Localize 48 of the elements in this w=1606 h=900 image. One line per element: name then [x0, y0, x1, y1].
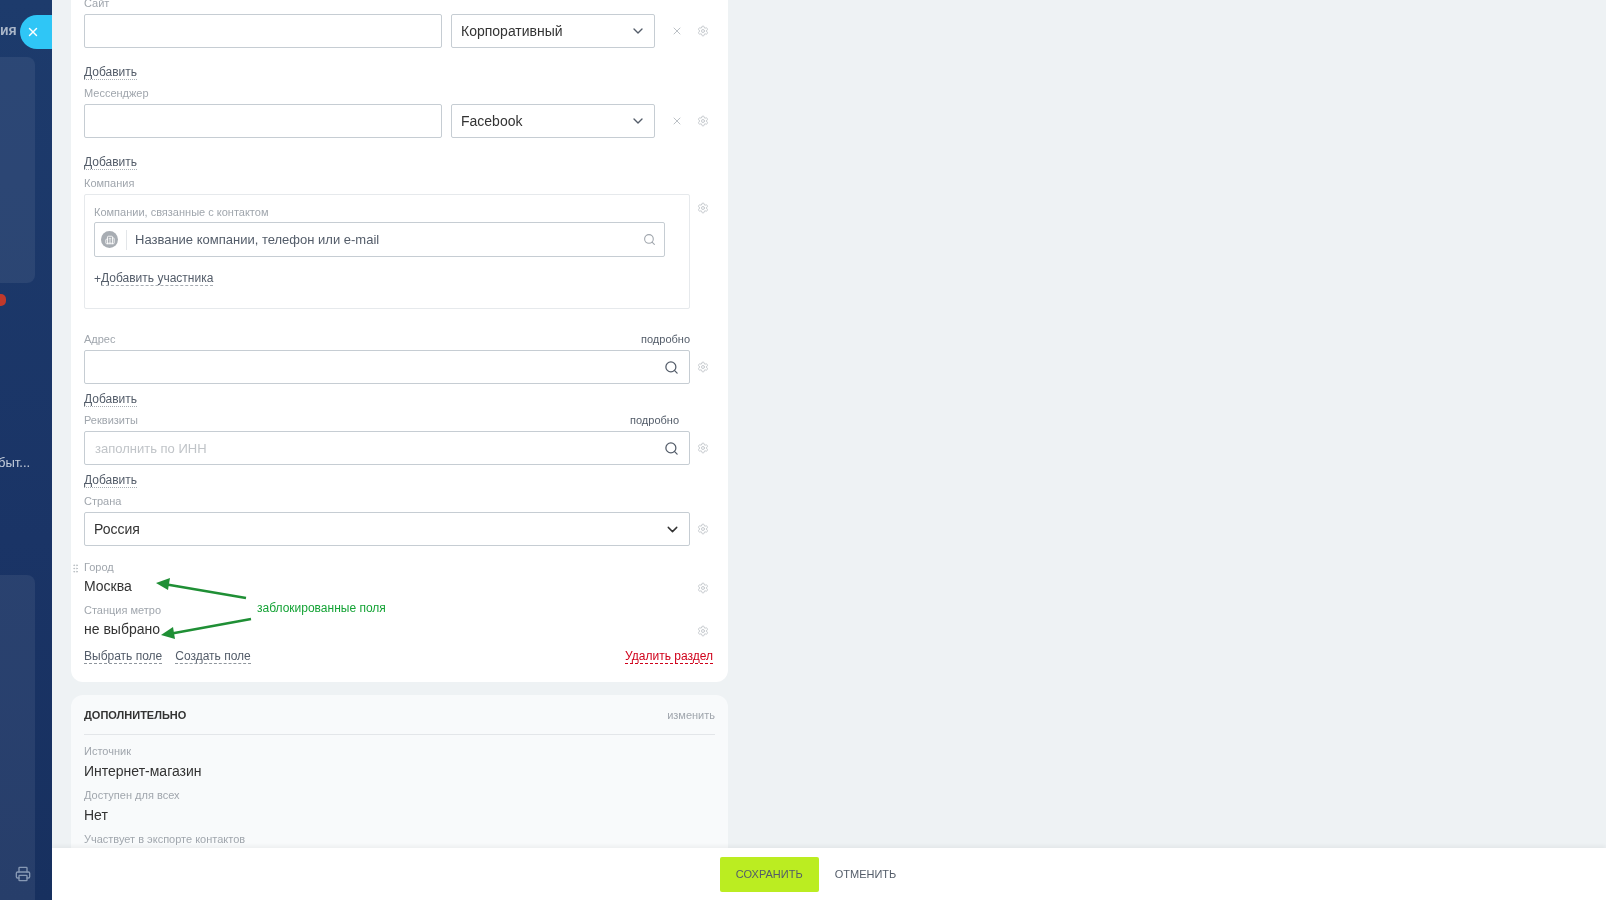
add-participant-link[interactable]: Добавить участника — [101, 271, 214, 286]
sidebar-title: ия — [0, 22, 17, 38]
text-field[interactable] — [84, 14, 442, 48]
text-field[interactable] — [84, 104, 442, 138]
search-icon — [643, 233, 656, 246]
type-select[interactable]: Facebook — [451, 104, 655, 138]
field-label: Источник — [84, 744, 132, 759]
field-label: Мессенджер — [84, 86, 150, 101]
field-label: Страна — [84, 494, 123, 509]
field-label: Участвует в экспорте контактов — [84, 832, 247, 847]
type-select[interactable]: Корпоративный — [451, 14, 655, 48]
field-value: не выбрано — [84, 620, 160, 639]
search-field[interactable] — [84, 350, 690, 384]
close-icon — [26, 25, 40, 39]
plus-sign: + — [94, 271, 101, 286]
search-icon — [664, 440, 679, 456]
country-select[interactable]: Россия — [84, 512, 690, 546]
add-link[interactable]: Добавить — [84, 392, 138, 407]
field-label: Адрес — [84, 333, 116, 345]
field-value: Нет — [84, 806, 109, 825]
field-link[interactable]: Выбрать поле — [84, 648, 163, 664]
add-link[interactable]: Добавить — [84, 473, 138, 488]
add-link[interactable]: Добавить — [84, 155, 138, 170]
field-label: Доступен для всех — [84, 788, 181, 803]
close-icon — [671, 115, 683, 127]
details-link[interactable]: подробно — [641, 333, 690, 345]
search-icon — [664, 359, 679, 375]
drag-handle-icon[interactable] — [70, 563, 81, 574]
building-icon — [101, 231, 118, 248]
cancel-button[interactable]: ОТМЕНИТЬ — [832, 856, 899, 892]
details-link[interactable]: подробно — [630, 414, 679, 426]
save-button[interactable]: СОХРАНИТЬ — [719, 856, 819, 892]
printer-icon[interactable] — [15, 866, 31, 882]
delete-section-link[interactable]: Удалить раздел — [625, 648, 713, 664]
close-icon — [671, 25, 683, 37]
field-value: Интернет-магазин — [84, 762, 203, 781]
annotation-text: заблокированные поля — [257, 601, 386, 615]
section-title: ДОПОЛНИТЕЛЬНО — [84, 708, 187, 721]
company-search-field[interactable]: Название компании, телефон или e-mail — [94, 222, 665, 257]
close-button[interactable] — [20, 15, 52, 49]
field-label: Компании, связанные с контактом — [94, 204, 270, 220]
field-label: Город — [84, 560, 114, 575]
field-label: Реквизиты — [84, 414, 138, 426]
field-label: Компания — [84, 176, 136, 191]
add-link[interactable]: Добавить — [84, 65, 138, 80]
field-label: Станция метро — [84, 603, 162, 618]
field-link[interactable]: Создать поле — [175, 648, 251, 664]
field-value: Москва — [84, 577, 132, 596]
